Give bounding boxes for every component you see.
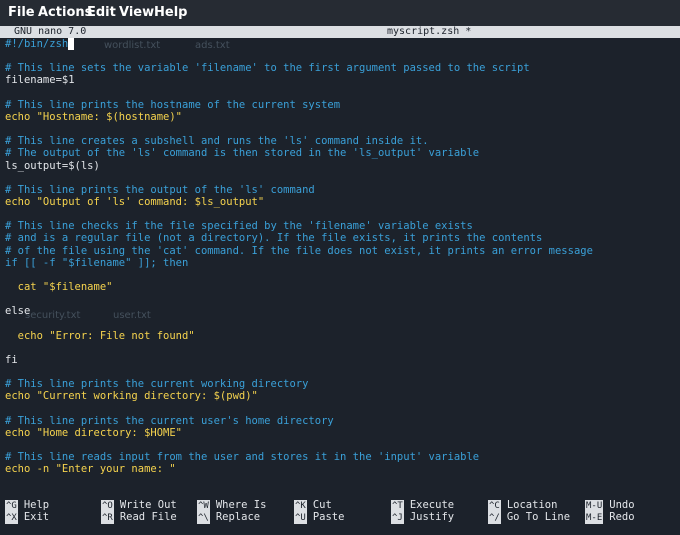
code-line: # This line prints the current user's ho…: [5, 415, 334, 427]
shortcut-key: ^X: [5, 512, 18, 524]
menu-file[interactable]: File: [8, 5, 35, 20]
shortcut-read-file[interactable]: ^R Read File: [101, 511, 177, 524]
code-line: # This line prints the hostname of the c…: [5, 99, 340, 111]
menu-actions[interactable]: Actions: [38, 5, 92, 20]
code-line-text: echo "Error: File not found": [5, 329, 195, 342]
shortcut-location[interactable]: ^C Location: [488, 499, 558, 512]
shortcut-justify[interactable]: ^J Justify: [391, 511, 455, 524]
nano-title-bar: GNU nano 7.0 myscript.zsh *: [0, 26, 680, 38]
code-line: echo "Error: File not found": [5, 330, 195, 342]
code-line: ls_output=$(ls): [5, 160, 100, 172]
code-line-text: # This line creates a subshell and runs …: [5, 135, 429, 148]
nano-version: GNU nano 7.0: [14, 26, 87, 37]
shortcut-label: Write Out: [119, 499, 177, 511]
code-line: # This line creates a subshell and runs …: [5, 135, 429, 147]
menu-help[interactable]: Help: [154, 5, 187, 20]
shortcut-redo[interactable]: M-E Redo: [585, 511, 635, 524]
code-line-text: fi: [5, 353, 18, 366]
shortcut-label: Location: [506, 499, 558, 511]
code-line-text: echo "Home directory: $HOME": [5, 426, 183, 439]
shortcut-undo[interactable]: M-U Undo: [585, 499, 635, 512]
shortcut-label: Replace: [215, 511, 261, 523]
shortcut-key: M-E: [585, 512, 604, 524]
shortcut-label: Undo: [609, 499, 635, 511]
code-line-text: if [[ -f "$filename" ]]; then: [5, 256, 189, 269]
code-line-text: filename=$1: [5, 74, 75, 87]
shortcut-exit[interactable]: ^X Exit: [5, 511, 50, 524]
code-line-text: # This line prints the current user's ho…: [5, 414, 334, 427]
menu-view[interactable]: View: [119, 5, 154, 20]
menu-bar: File Actions Edit View Help: [0, 0, 680, 26]
shortcut-go-to-line[interactable]: ^/ Go To Line: [488, 511, 571, 524]
shortcut-label: Paste: [312, 511, 345, 523]
shortcut-key: ^U: [294, 512, 307, 524]
shortcut-key: ^R: [101, 512, 114, 524]
code-line-text: ls_output=$(ls): [5, 159, 100, 172]
code-line: # of the file using the 'cat' command. I…: [5, 245, 593, 257]
shortcut-label: Cut: [312, 499, 332, 511]
code-line: # This line sets the variable 'filename'…: [5, 62, 530, 74]
shortcut-where-is[interactable]: ^W Where Is: [197, 499, 267, 512]
code-line: # This line checks if the file specified…: [5, 220, 473, 232]
code-line: # This line prints the output of the 'ls…: [5, 184, 315, 196]
code-line-text: # This line checks if the file specified…: [5, 220, 473, 233]
shortcut-help[interactable]: ^G Help: [5, 499, 50, 512]
code-line: filename=$1: [5, 74, 75, 86]
shortcut-label: Go To Line: [506, 511, 571, 523]
shortcut-label: Exit: [23, 511, 50, 523]
shortcut-label: Justify: [409, 511, 455, 523]
code-line-text: echo "Hostname: $(hostname)": [5, 110, 183, 123]
shortcut-cut[interactable]: ^K Cut: [294, 499, 332, 512]
code-line: echo "Current working directory: $(pwd)": [5, 390, 258, 402]
code-line-text: else: [5, 305, 31, 318]
editor-text-area[interactable]: #!/bin/zsh # This line sets the variable …: [5, 38, 680, 493]
code-line-text: # This line prints the output of the 'ls…: [5, 183, 315, 196]
code-line: echo "Output of 'ls' command: $ls_output…: [5, 196, 264, 208]
shortcut-key: ^/: [488, 512, 501, 524]
code-line-text: # This line prints the current working d…: [5, 378, 309, 391]
code-line-text: #!/bin/zsh: [5, 38, 69, 50]
shortcut-label: Read File: [119, 511, 177, 523]
shortcut-execute[interactable]: ^T Execute: [391, 499, 455, 512]
code-line: # The output of the 'ls' command is then…: [5, 147, 479, 159]
code-line: else: [5, 305, 30, 317]
code-line: if [[ -f "$filename" ]]; then: [5, 257, 188, 269]
code-line-text: # of the file using the 'cat' command. I…: [5, 244, 593, 257]
shortcut-write-out[interactable]: ^O Write Out: [101, 499, 177, 512]
code-line-text: echo -n "Enter your name: ": [5, 463, 176, 476]
code-line-text: # This line prints the hostname of the c…: [5, 98, 341, 111]
code-line: cat "$filename": [5, 281, 113, 293]
shortcut-paste[interactable]: ^U Paste: [294, 511, 345, 524]
code-line: echo -n "Enter your name: ": [5, 463, 176, 475]
code-line-text: echo "Current working directory: $(pwd)": [5, 390, 258, 403]
shortcut-bar: ^G Help ^X Exit ^O Write Out ^R Read File ^W Wher…: [0, 495, 680, 535]
code-line: #!/bin/zsh: [5, 38, 75, 50]
shortcut-label: Execute: [409, 499, 455, 511]
code-line-text: # This line sets the variable 'filename'…: [5, 62, 530, 75]
code-line-text: cat "$filename": [5, 281, 113, 293]
code-line: # This line reads input from the user an…: [5, 451, 479, 463]
code-line: echo "Hostname: $(hostname)": [5, 111, 182, 123]
code-line-text: # The output of the 'ls' command is then…: [5, 147, 480, 160]
code-line-text: echo "Output of 'ls' command: $ls_output…: [5, 195, 265, 208]
code-line: # and is a regular file (not a directory…: [5, 232, 542, 244]
code-line-text: # and is a regular file (not a directory…: [5, 232, 543, 245]
text-cursor: [68, 38, 75, 50]
code-line: echo "Home directory: $HOME": [5, 427, 182, 439]
code-line: fi: [5, 354, 18, 366]
code-line-text: # This line reads input from the user an…: [5, 451, 480, 464]
code-line: # This line prints the current working d…: [5, 378, 308, 390]
file-name: myscript.zsh *: [387, 26, 472, 37]
shortcut-replace[interactable]: ^\ Replace: [197, 511, 261, 524]
shortcut-key: ^\: [197, 512, 210, 524]
shortcut-label: Help: [23, 499, 50, 511]
shortcut-label: Redo: [609, 511, 635, 523]
shortcut-key: ^J: [391, 512, 404, 524]
shortcut-label: Where Is: [215, 499, 267, 511]
menu-edit[interactable]: Edit: [87, 5, 116, 20]
